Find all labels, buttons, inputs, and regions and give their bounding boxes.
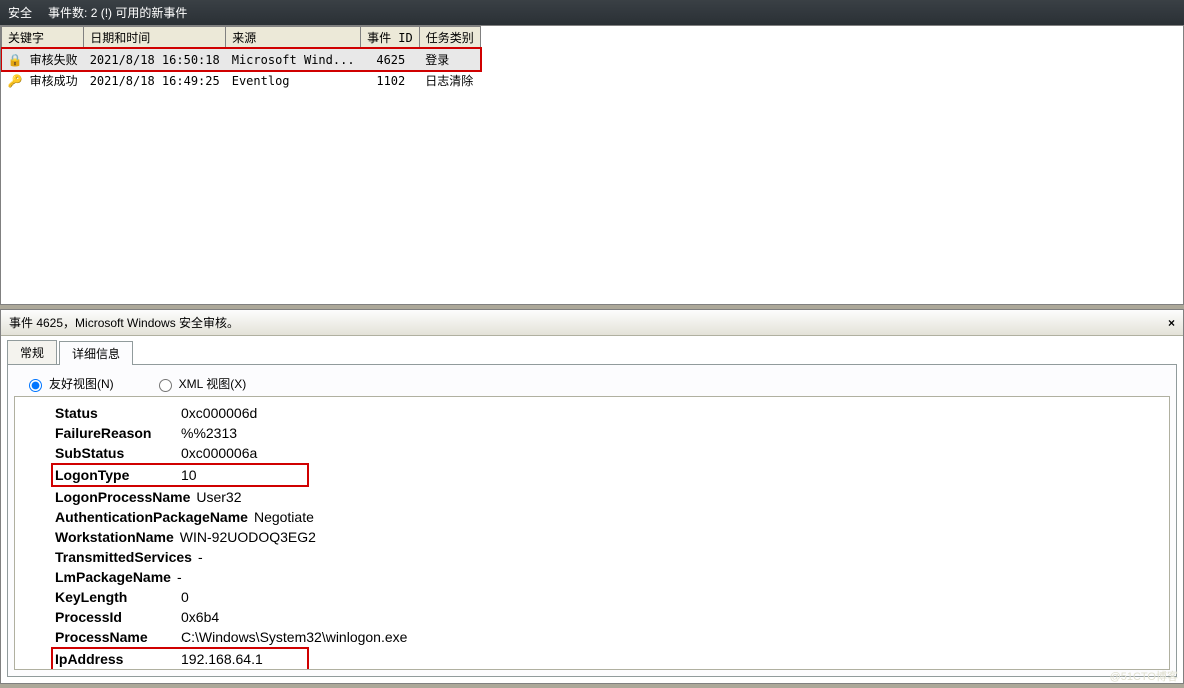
col-keyword[interactable]: 关键字	[2, 27, 84, 49]
field-key: KeyLength	[55, 587, 175, 607]
detail-field: FailureReason %%2313	[55, 423, 1165, 443]
title-count: 事件数: 2 (!) 可用的新事件	[48, 4, 187, 21]
detail-pane: 事件 4625，Microsoft Windows 安全审核。 × 常规 详细信…	[0, 309, 1184, 684]
event-list-pane[interactable]: 关键字 日期和时间 来源 事件 ID 任务类别 🔒 审核失败2021/8/18 …	[0, 25, 1184, 305]
field-key: FailureReason	[55, 423, 175, 443]
detail-field: SubStatus 0xc000006a	[55, 443, 1165, 463]
key-icon: 🔑	[8, 74, 23, 88]
detail-field: KeyLength 0	[55, 587, 1165, 607]
detail-title-text: 事件 4625，Microsoft Windows 安全审核。	[9, 314, 239, 331]
tab-body: 友好视图(N) XML 视图(X) Status0xc000006dFailur…	[7, 364, 1177, 677]
tab-general[interactable]: 常规	[7, 340, 57, 364]
tab-details[interactable]: 详细信息	[59, 341, 133, 365]
field-key: IpAddress	[55, 649, 175, 669]
field-value: 10	[181, 465, 197, 485]
lock-icon: 🔒	[8, 53, 23, 67]
field-key: Status	[55, 403, 175, 423]
detail-field: LmPackageName-	[55, 567, 1165, 587]
field-key: AuthenticationPackageName	[55, 507, 248, 527]
field-key: LmPackageName	[55, 567, 171, 587]
field-key: LogonProcessName	[55, 487, 190, 507]
field-value: WIN-92UODOQ3EG2	[180, 527, 316, 547]
col-eventid[interactable]: 事件 ID	[361, 27, 420, 49]
col-source[interactable]: 来源	[226, 27, 361, 49]
detail-field: TransmittedServices-	[55, 547, 1165, 567]
radio-xml-view[interactable]: XML 视图(X)	[154, 375, 247, 392]
field-value: %%2313	[181, 423, 237, 443]
field-value: -	[177, 567, 182, 587]
view-mode-radios: 友好视图(N) XML 视图(X)	[14, 371, 1170, 396]
field-value: 0xc000006a	[181, 443, 257, 463]
titlebar: 安全 事件数: 2 (!) 可用的新事件	[0, 0, 1184, 25]
detail-field: IpAddress 192.168.64.1	[55, 647, 1165, 670]
detail-titlebar: 事件 4625，Microsoft Windows 安全审核。 ×	[1, 310, 1183, 336]
radio-friendly-input[interactable]	[29, 379, 42, 392]
field-value: -	[198, 547, 203, 567]
field-key: SubStatus	[55, 443, 175, 463]
detail-field: ProcessId 0x6b4	[55, 607, 1165, 627]
event-table-header[interactable]: 关键字 日期和时间 来源 事件 ID 任务类别	[2, 27, 481, 49]
detail-field: Status 0xc000006d	[55, 403, 1165, 423]
detail-field: LogonType 10	[55, 463, 1165, 487]
table-row[interactable]: 🔑 审核成功2021/8/18 16:49:25Eventlog1102日志清除	[2, 70, 481, 91]
field-key: ProcessName	[55, 627, 175, 647]
event-table[interactable]: 关键字 日期和时间 来源 事件 ID 任务类别 🔒 审核失败2021/8/18 …	[1, 26, 481, 91]
field-value: 0xc000006d	[181, 403, 257, 423]
field-value: C:\Windows\System32\winlogon.exe	[181, 627, 407, 647]
field-value: 0x6b4	[181, 607, 219, 627]
detail-field: WorkstationName WIN-92UODOQ3EG2	[55, 527, 1165, 547]
details-scroll[interactable]: Status0xc000006dFailureReason%%2313SubSt…	[14, 396, 1170, 670]
field-key: TransmittedServices	[55, 547, 192, 567]
col-datetime[interactable]: 日期和时间	[84, 27, 226, 49]
detail-field: AuthenticationPackageName Negotiate	[55, 507, 1165, 527]
detail-field: ProcessName C:\Windows\System32\winlogon.…	[55, 627, 1165, 647]
field-value: User32	[196, 487, 241, 507]
detail-field: LogonProcessName User32	[55, 487, 1165, 507]
close-icon[interactable]: ×	[1168, 316, 1175, 330]
field-value: 0	[181, 587, 189, 607]
field-key: LogonType	[55, 465, 175, 485]
detail-tabs: 常规 详细信息	[1, 336, 1183, 364]
field-key: ProcessId	[55, 607, 175, 627]
radio-xml-input[interactable]	[159, 379, 172, 392]
table-row[interactable]: 🔒 审核失败2021/8/18 16:50:18Microsoft Wind..…	[2, 49, 481, 71]
col-task[interactable]: 任务类别	[419, 27, 480, 49]
radio-friendly-view[interactable]: 友好视图(N)	[24, 375, 114, 392]
title-section: 安全	[8, 4, 32, 21]
field-key: WorkstationName	[55, 527, 174, 547]
field-value: 192.168.64.1	[181, 649, 263, 669]
field-value: Negotiate	[254, 507, 314, 527]
